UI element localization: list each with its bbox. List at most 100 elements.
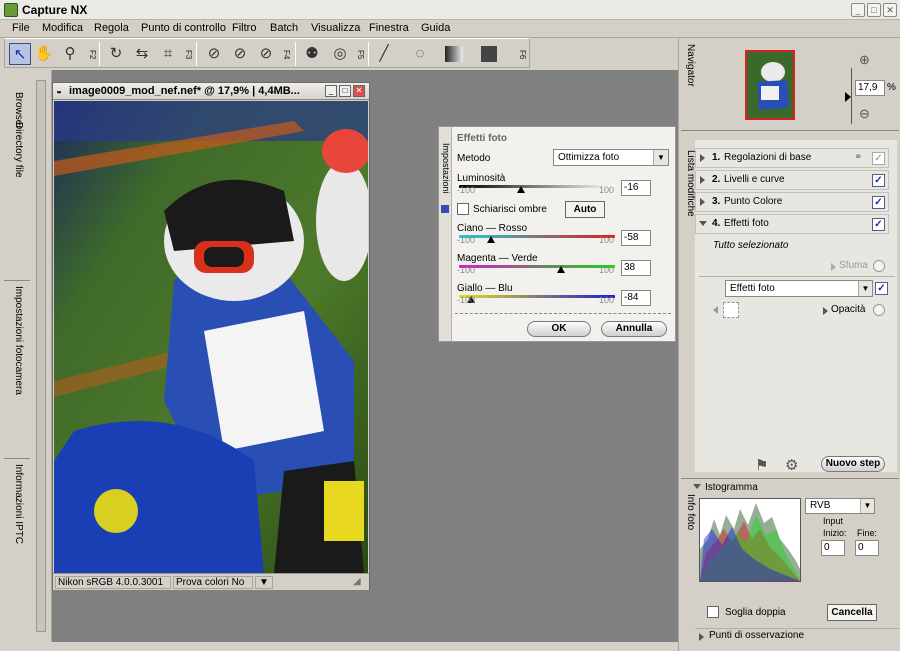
mask-thumbnail[interactable] (723, 302, 739, 318)
left-scrollbar[interactable] (36, 80, 46, 632)
crop-icon[interactable]: ⌗ (157, 43, 179, 65)
feather-radio[interactable] (873, 260, 885, 272)
image-window-titlebar[interactable]: ◒ image0009_mod_nef.nef* @ 17,9% | 4,4MB… (53, 83, 369, 100)
tab-photo-info[interactable]: Info foto (682, 494, 696, 530)
cyan-red-slider[interactable] (459, 235, 615, 238)
shadow-checkbox[interactable] (457, 203, 469, 215)
chevron-down-icon[interactable]: ▼ (653, 150, 668, 165)
menu-filtro[interactable]: Filtro (232, 22, 256, 34)
edit-step-2[interactable]: 2. Livelli e curve ✓ (695, 170, 889, 190)
photo-canvas[interactable] (54, 101, 368, 573)
arrow-select-icon[interactable]: ↖ (9, 43, 31, 65)
edit-step-1-checkbox[interactable]: ✓ (872, 152, 885, 165)
selection-control-point-icon[interactable]: ◎ (329, 43, 351, 65)
start-input[interactable]: 0 (821, 540, 845, 556)
maximize-button[interactable]: □ (867, 3, 881, 17)
minimize-button[interactable]: _ (851, 3, 865, 17)
zoom-input[interactable]: 17,9 (855, 80, 885, 96)
menu-punto-di-controllo[interactable]: Punto di controllo (141, 22, 226, 34)
feather-expand-icon[interactable] (831, 263, 836, 271)
image-maximize-button[interactable]: □ (339, 85, 351, 97)
magenta-green-input[interactable]: 38 (621, 260, 651, 276)
brush-icon[interactable]: ╱ (373, 43, 395, 65)
resize-grip-icon[interactable]: ◢ (353, 576, 361, 587)
white-point-icon[interactable]: ⊘ (255, 43, 277, 65)
straighten-icon[interactable]: ⇆ (131, 43, 153, 65)
panel-divider (681, 130, 899, 131)
gradient-icon[interactable] (445, 46, 463, 62)
black-point-icon[interactable]: ⊘ (203, 43, 225, 65)
chevron-down-icon[interactable]: ▼ (860, 499, 874, 513)
luminosity-input[interactable]: -16 (621, 180, 651, 196)
hand-icon[interactable]: ✋ (33, 43, 55, 65)
watch-points-expand-icon[interactable] (699, 633, 704, 641)
luminosity-slider-thumb[interactable] (517, 186, 525, 193)
menu-batch[interactable]: Batch (270, 22, 298, 34)
tab-navigator[interactable]: Navigator (682, 44, 696, 87)
magenta-green-slider[interactable] (459, 265, 615, 268)
neutral-point-icon[interactable]: ⊘ (229, 43, 251, 65)
close-button[interactable]: ✕ (883, 3, 897, 17)
tab-impostazioni-fotocamera[interactable]: Impostazioni fotocamera (8, 286, 24, 395)
chevron-down-icon[interactable]: ▼ (858, 281, 872, 296)
histogram-collapse-icon[interactable] (693, 484, 701, 489)
new-step-button[interactable]: Nuovo step (821, 456, 885, 472)
effect-checkbox[interactable]: ✓ (875, 282, 888, 295)
auto-button[interactable]: Auto (565, 201, 605, 218)
image-minimize-button[interactable]: _ (325, 85, 337, 97)
lasso-icon[interactable]: ◌ (409, 43, 431, 65)
menu-bar: File Modifica Regola Punto di controllo … (0, 20, 900, 38)
effect-dropdown[interactable]: Effetti foto ▼ (725, 280, 873, 297)
channel-dropdown[interactable]: RVB ▼ (805, 498, 875, 514)
soft-proof-dropdown-icon[interactable]: ▼ (255, 576, 273, 589)
method-dropdown[interactable]: Ottimizza foto ▼ (553, 149, 669, 166)
gear-icon[interactable]: ⚙ (785, 456, 798, 474)
menu-finestra[interactable]: Finestra (369, 22, 409, 34)
edit-step-3-checkbox[interactable]: ✓ (872, 196, 885, 209)
red-eye-icon[interactable]: ⚉ (301, 43, 323, 65)
expand-icon[interactable] (700, 176, 705, 184)
zoom-icon[interactable]: ⚲ (59, 43, 81, 65)
histogram-cancel-button[interactable]: Cancella (827, 604, 877, 621)
flag-icon[interactable]: ⚑ (755, 456, 768, 474)
menu-visualizza[interactable]: Visualizza (311, 22, 360, 34)
yellow-blue-slider[interactable] (459, 295, 615, 298)
expand-icon[interactable] (700, 154, 705, 162)
image-close-button[interactable]: ✕ (353, 85, 365, 97)
cancel-button[interactable]: Annulla (601, 321, 667, 337)
luminosity-slider[interactable] (459, 185, 615, 188)
watch-points-label[interactable]: Punti di osservazione (709, 630, 804, 641)
edit-step-3[interactable]: 3. Punto Colore ✓ (695, 192, 889, 212)
cyan-red-slider-thumb[interactable] (487, 236, 495, 243)
opacity-expand-icon[interactable] (823, 307, 828, 315)
opacity-radio[interactable] (873, 304, 885, 316)
dialog-collapse-icon[interactable] (441, 205, 449, 213)
edit-step-4-checkbox[interactable]: ✓ (872, 218, 885, 231)
edit-step-2-checkbox[interactable]: ✓ (872, 174, 885, 187)
zoom-slider-thumb[interactable] (845, 92, 851, 102)
menu-guida[interactable]: Guida (421, 22, 450, 34)
magenta-green-slider-thumb[interactable] (557, 266, 565, 273)
expand-icon[interactable] (700, 198, 705, 206)
end-input[interactable]: 0 (855, 540, 879, 556)
yellow-blue-input[interactable]: -84 (621, 290, 651, 306)
menu-file[interactable]: File (12, 22, 30, 34)
edit-step-1[interactable]: 1. Regolazioni di base ⚭ ✓ (695, 148, 889, 168)
zoom-in-icon[interactable]: ⊕ (859, 52, 870, 68)
collapse-icon[interactable] (699, 221, 707, 226)
fill-icon[interactable] (481, 46, 497, 62)
tab-edit-list[interactable]: Lista modifiche (682, 150, 696, 217)
ok-button[interactable]: OK (527, 321, 591, 337)
zoom-slider[interactable] (851, 68, 852, 124)
zoom-out-icon[interactable]: ⊖ (859, 106, 870, 122)
navigator-thumbnail[interactable] (745, 50, 795, 120)
edit-step-4[interactable]: 4. Effetti foto ✓ (695, 214, 889, 234)
menu-regola[interactable]: Regola (94, 22, 129, 34)
double-threshold-checkbox[interactable] (707, 606, 719, 618)
tab-informazioni-iptc[interactable]: Informazioni IPTC (8, 464, 24, 544)
rotate-icon[interactable]: ↻ (105, 43, 127, 65)
cyan-red-input[interactable]: -58 (621, 230, 651, 246)
mask-prev-icon[interactable] (713, 306, 718, 314)
menu-modifica[interactable]: Modifica (42, 22, 83, 34)
tab-directory-file[interactable]: Directory file (8, 122, 24, 178)
